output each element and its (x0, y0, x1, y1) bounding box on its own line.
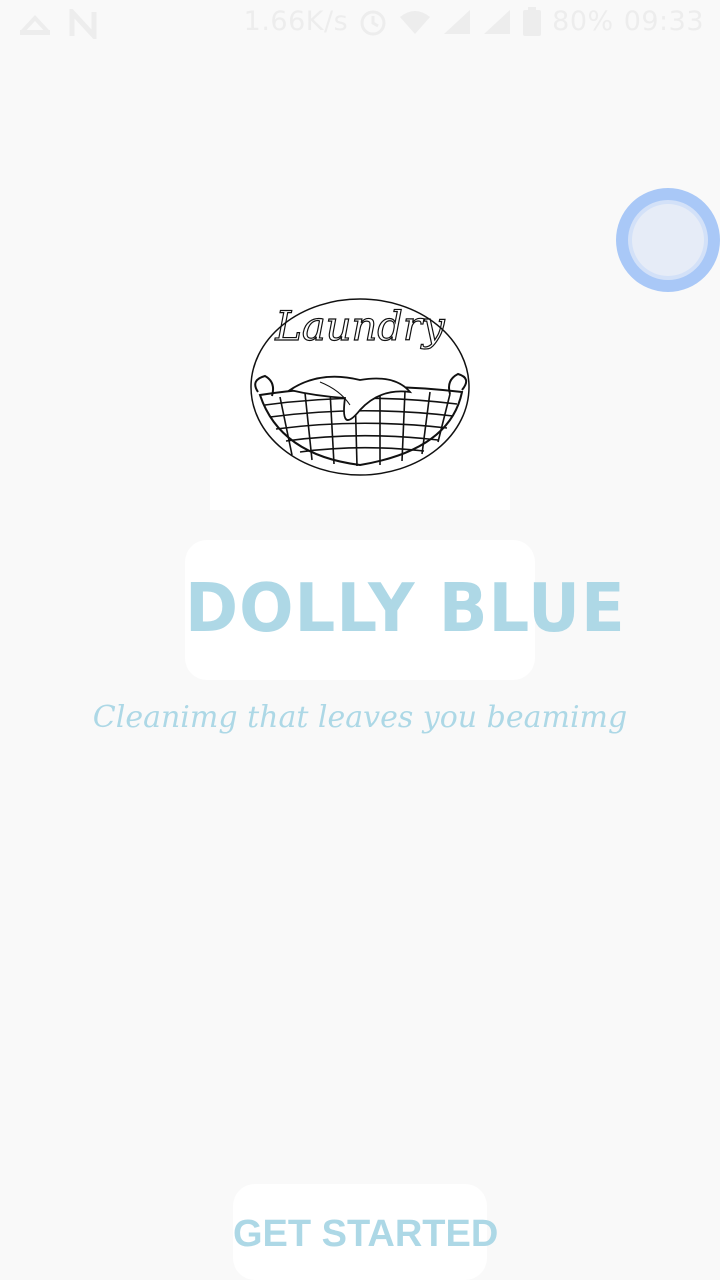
logo-image: Laundry (210, 270, 510, 510)
battery-percent: 80% (552, 6, 614, 37)
get-started-button[interactable]: GET STARTED (233, 1184, 498, 1280)
tagline: Cleanimg that leaves you beamimg (92, 700, 628, 735)
status-bar: 1.66K/s 80% 09:33 (0, 0, 720, 50)
brand-title: DOLLY BLUE (185, 570, 626, 648)
logo-text: Laundry (274, 304, 446, 350)
splash-screen: 1.66K/s 80% 09:33 Laundry DOLLY BLUE Cle… (0, 0, 720, 1280)
wifi-icon (398, 8, 432, 36)
n-notification-icon (68, 9, 100, 39)
assistive-touch-icon[interactable] (616, 188, 720, 292)
signal-2-icon (482, 8, 512, 36)
laundry-basket-icon: Laundry (250, 298, 470, 476)
signal-icon (442, 8, 472, 36)
alarm-icon (358, 7, 388, 37)
status-left (18, 9, 100, 39)
battery-icon (522, 6, 542, 37)
status-right: 1.66K/s 80% 09:33 (244, 6, 704, 37)
cast-icon (18, 10, 52, 38)
brand-card: DOLLY BLUE (185, 540, 626, 680)
clock: 09:33 (623, 6, 704, 37)
net-speed: 1.66K/s (243, 6, 349, 37)
assistive-touch-inner (632, 204, 704, 276)
